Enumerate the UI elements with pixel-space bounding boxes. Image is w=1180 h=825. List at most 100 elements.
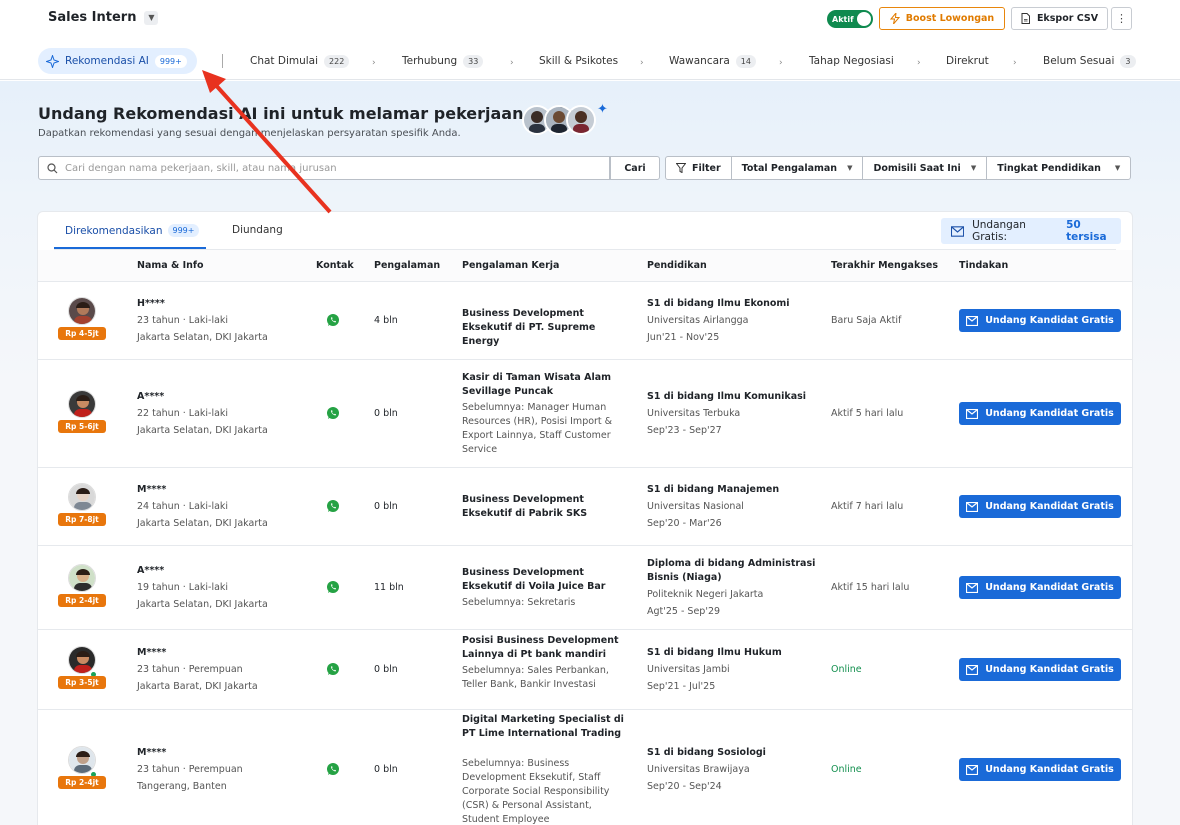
tab-belum-sesuai[interactable]: Belum Sesuai 3 bbox=[1043, 48, 1136, 74]
invite-label: Undang Kandidat Gratis bbox=[985, 664, 1114, 675]
free-invites-value: 50 tersisa bbox=[1066, 219, 1107, 243]
tab-direkrut[interactable]: Direkrut bbox=[946, 48, 989, 74]
chevron-right-icon: › bbox=[917, 58, 921, 68]
invite-candidate-button[interactable]: Undang Kandidat Gratis bbox=[959, 658, 1121, 681]
experience-value: 4 bln bbox=[374, 315, 398, 326]
search-icon bbox=[47, 162, 58, 173]
search-input[interactable] bbox=[65, 162, 585, 174]
candidate-age-gender: 23 tahun · Perempuan bbox=[137, 764, 243, 775]
candidate-name[interactable]: A**** bbox=[137, 390, 164, 404]
stage-count: 3 bbox=[1120, 54, 1136, 68]
table-row: Rp 4-5jt H**** 23 tahun · Laki-laki Jakarta… bbox=[38, 282, 1132, 360]
avatar[interactable] bbox=[68, 297, 96, 325]
stage-label: Chat Dimulai bbox=[250, 55, 319, 67]
job-title: Sales Intern bbox=[48, 10, 137, 25]
candidate-name[interactable]: M**** bbox=[137, 746, 166, 760]
invite-label: Undang Kandidat Gratis bbox=[985, 315, 1114, 326]
education-school: Universitas Nasional bbox=[647, 501, 744, 512]
tab-tahap-negosiasi[interactable]: Tahap Negosiasi bbox=[809, 48, 894, 74]
candidate-age-gender: 23 tahun · Perempuan bbox=[137, 664, 243, 675]
domicile-dropdown[interactable]: Domisili Saat Ini ▼ bbox=[863, 157, 988, 179]
education-dropdown[interactable]: Tingkat Pendidikan ▼ bbox=[987, 157, 1130, 179]
candidate-location: Jakarta Selatan, DKI Jakarta bbox=[137, 518, 268, 529]
tab-chat-dimulai[interactable]: Chat Dimulai 222 bbox=[250, 48, 350, 74]
envelope-icon bbox=[966, 315, 979, 326]
avatar[interactable] bbox=[68, 483, 96, 511]
avatar[interactable] bbox=[68, 390, 96, 418]
tab-label: Direkomendasikan bbox=[65, 224, 163, 237]
job-selector[interactable]: Sales Intern ▼ bbox=[48, 10, 159, 25]
education-period: Sep'23 - Sep'27 bbox=[647, 425, 722, 436]
tab-skill-psikotes[interactable]: Skill & Psikotes bbox=[539, 48, 618, 74]
chevron-down-icon[interactable]: ▼ bbox=[144, 10, 159, 25]
avatar[interactable] bbox=[68, 646, 96, 674]
filter-button[interactable]: Filter bbox=[666, 157, 732, 179]
envelope-icon bbox=[966, 764, 979, 775]
experience-value: 0 bln bbox=[374, 501, 398, 512]
tab-direkomendasikan[interactable]: Direkomendasikan 999+ bbox=[65, 224, 200, 237]
whatsapp-icon[interactable] bbox=[326, 499, 340, 513]
search-field[interactable] bbox=[38, 156, 610, 180]
chevron-right-icon: › bbox=[640, 58, 644, 68]
status-toggle[interactable]: Aktif bbox=[827, 10, 873, 28]
invite-label: Undang Kandidat Gratis bbox=[985, 408, 1114, 419]
last-access: Online bbox=[831, 664, 862, 675]
avatar[interactable] bbox=[68, 746, 96, 774]
candidate-location: Jakarta Selatan, DKI Jakarta bbox=[137, 332, 268, 343]
education-title: S1 di bidang Manajemen bbox=[647, 484, 780, 495]
candidate-age-gender: 22 tahun · Laki-laki bbox=[137, 408, 229, 419]
chevron-down-icon: ▼ bbox=[1114, 164, 1121, 172]
boost-button[interactable]: Boost Lowongan bbox=[879, 7, 1005, 30]
candidate-name[interactable]: H**** bbox=[137, 297, 165, 311]
invite-candidate-button[interactable]: Undang Kandidat Gratis bbox=[959, 758, 1121, 781]
stage-label: Belum Sesuai bbox=[1043, 55, 1115, 67]
tab-rekomendasi-ai[interactable]: Rekomendasi AI 999+ bbox=[38, 48, 197, 74]
education-school: Universitas Airlangga bbox=[647, 315, 749, 326]
invite-label: Undang Kandidat Gratis bbox=[985, 501, 1114, 512]
experience-dropdown[interactable]: Total Pengalaman ▼ bbox=[732, 157, 864, 179]
job-title: Business Development Eksekutif di Voila … bbox=[462, 567, 606, 592]
avatar-group bbox=[522, 105, 596, 135]
top-bar: Sales Intern ▼ Aktif Boost Lowongan Eksp… bbox=[0, 0, 1180, 40]
job-title: Kasir di Taman Wisata Alam Sevillage Pun… bbox=[462, 372, 612, 397]
invite-candidate-button[interactable]: Undang Kandidat Gratis bbox=[959, 402, 1121, 425]
tab-wawancara[interactable]: Wawancara 14 bbox=[669, 48, 756, 74]
chevron-right-icon: › bbox=[372, 58, 376, 68]
whatsapp-icon[interactable] bbox=[326, 406, 340, 420]
page-title: Undang Rekomendasi AI ini untuk melamar … bbox=[38, 104, 576, 123]
toggle-knob bbox=[857, 12, 871, 26]
candidate-name[interactable]: M**** bbox=[137, 483, 166, 497]
chevron-down-icon: ▼ bbox=[970, 164, 977, 172]
last-access: Online bbox=[831, 764, 862, 775]
whatsapp-icon[interactable] bbox=[326, 580, 340, 594]
table-row: Rp 2-4jt A**** 19 tahun · Laki-laki Jakarta… bbox=[38, 546, 1132, 630]
table-header: Nama & Info Kontak Pengalaman Pengalaman… bbox=[38, 250, 1132, 282]
whatsapp-icon[interactable] bbox=[326, 762, 340, 776]
stage-label: Skill & Psikotes bbox=[539, 55, 619, 67]
avatar[interactable] bbox=[68, 564, 96, 592]
invite-candidate-button[interactable]: Undang Kandidat Gratis bbox=[959, 576, 1121, 599]
previous-jobs: Sebelumnya: Manager Human Resources (HR)… bbox=[462, 402, 613, 455]
education-title: S1 di bidang Ilmu Ekonomi bbox=[647, 298, 790, 309]
document-icon bbox=[1021, 13, 1030, 24]
whatsapp-icon[interactable] bbox=[326, 662, 340, 676]
search-button[interactable]: Cari bbox=[610, 156, 660, 180]
filter-bar: Filter Total Pengalaman ▼ Domisili Saat I… bbox=[665, 156, 1132, 180]
chevron-right-icon: › bbox=[510, 58, 514, 68]
export-csv-button[interactable]: Ekspor CSV bbox=[1011, 7, 1108, 30]
invite-candidate-button[interactable]: Undang Kandidat Gratis bbox=[959, 309, 1121, 332]
candidate-age-gender: 19 tahun · Laki-laki bbox=[137, 582, 229, 593]
salary-badge: Rp 7-8jt bbox=[58, 513, 106, 526]
candidate-name[interactable]: A**** bbox=[137, 564, 164, 578]
kebab-icon[interactable]: ⋮ bbox=[1111, 7, 1132, 30]
column-header: Terakhir Mengakses bbox=[831, 260, 939, 271]
boost-label: Boost Lowongan bbox=[905, 13, 995, 24]
tab-label: Diundang bbox=[232, 224, 283, 236]
last-access: Aktif 15 hari lalu bbox=[831, 582, 910, 593]
education-period: Sep'20 - Mar'26 bbox=[647, 518, 722, 529]
tab-diundang[interactable]: Diundang bbox=[232, 224, 283, 236]
candidate-name[interactable]: M**** bbox=[137, 646, 166, 660]
tab-terhubung[interactable]: Terhubung 33 bbox=[402, 48, 484, 74]
whatsapp-icon[interactable] bbox=[326, 313, 340, 327]
invite-candidate-button[interactable]: Undang Kandidat Gratis bbox=[959, 495, 1121, 518]
